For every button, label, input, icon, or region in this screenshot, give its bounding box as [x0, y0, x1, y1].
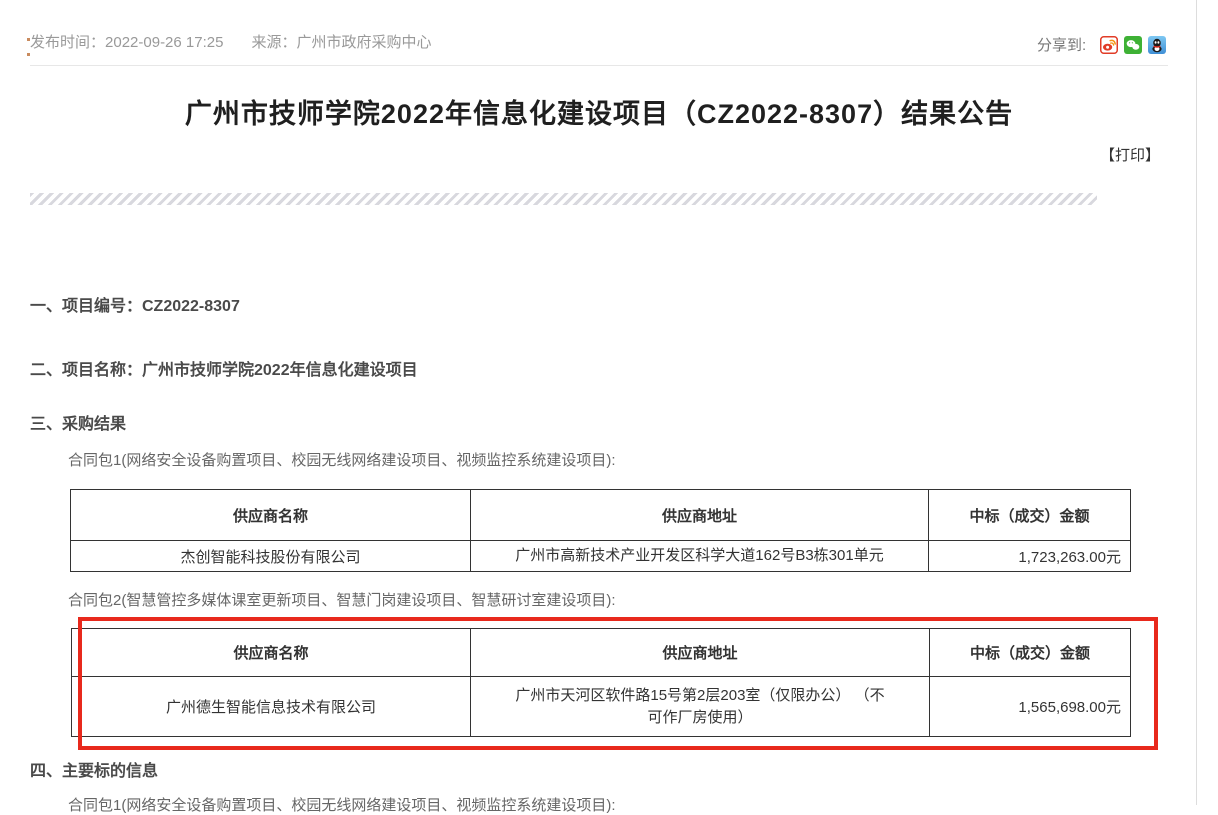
table-header-row: 供应商名称 供应商地址 中标（成交）金额	[72, 629, 1131, 677]
supplier-address: 广州市高新技术产业开发区科学大道162号B3栋301单元	[471, 541, 929, 572]
qq-icon[interactable]	[1148, 36, 1166, 54]
col-supplier-address: 供应商地址	[471, 629, 930, 677]
share-bar: 分享到:	[1037, 34, 1166, 55]
page-title: 广州市技师学院2022年信息化建设项目（CZ2022-8307）结果公告	[30, 92, 1168, 131]
wechat-icon[interactable]	[1124, 36, 1142, 54]
clipped-package1-line: 合同包1(网络安全设备购置项目、校园无线网络建设项目、视频监控系统建设项目):	[68, 797, 616, 815]
supplier-name: 广州德生智能信息技术有限公司	[72, 677, 471, 737]
publish-time-value: 2022-09-26 17:25	[105, 34, 223, 51]
package1-label: 合同包1(网络安全设备购置项目、校园无线网络建设项目、视频监控系统建设项目):	[68, 449, 616, 470]
col-supplier-name: 供应商名称	[72, 629, 471, 677]
col-supplier-name: 供应商名称	[71, 490, 471, 541]
print-button[interactable]: 【打印】	[1100, 144, 1160, 165]
table-row: 广州德生智能信息技术有限公司 广州市天河区软件路15号第2层203室（仅限办公）…	[72, 677, 1131, 737]
award-amount: 1,723,263.00元	[929, 541, 1131, 572]
red-speck	[27, 53, 30, 56]
table-row: 杰创智能科技股份有限公司 广州市高新技术产业开发区科学大道162号B3栋301单…	[71, 541, 1131, 572]
source-name: 广州市政府采购中心	[296, 34, 431, 51]
weibo-icon[interactable]	[1100, 36, 1118, 54]
hatched-divider	[30, 193, 1097, 205]
supplier-address: 广州市天河区软件路15号第2层203室（仅限办公） （不可作厂房使用）	[471, 677, 930, 737]
table-header-row: 供应商名称 供应商地址 中标（成交）金额	[71, 490, 1131, 541]
topbar-divider	[30, 65, 1168, 66]
col-award-amount: 中标（成交）金额	[929, 490, 1131, 541]
publish-info-bar: 发布时间：2022-09-26 17:25 来源：广州市政府采购中心	[30, 31, 431, 52]
page-right-border	[1196, 0, 1197, 805]
section-main-subject-info: 四、主要标的信息	[30, 757, 158, 781]
section-project-name: 二、项目名称：广州市技师学院2022年信息化建设项目	[30, 356, 418, 380]
col-supplier-address: 供应商地址	[471, 490, 929, 541]
package1-table: 供应商名称 供应商地址 中标（成交）金额 杰创智能科技股份有限公司 广州市高新技…	[70, 489, 1131, 572]
package2-label: 合同包2(智慧管控多媒体课室更新项目、智慧门岗建设项目、智慧研讨室建设项目):	[68, 589, 616, 610]
package2-table: 供应商名称 供应商地址 中标（成交）金额 广州德生智能信息技术有限公司 广州市天…	[71, 628, 1131, 737]
publish-time-label: 发布时间：	[30, 34, 105, 51]
section-project-number: 一、项目编号：CZ2022-8307	[30, 292, 240, 316]
col-award-amount: 中标（成交）金额	[930, 629, 1131, 677]
section-procurement-result: 三、采购结果	[30, 410, 126, 434]
source-label: 来源：	[251, 34, 296, 51]
award-amount: 1,565,698.00元	[930, 677, 1131, 737]
share-label: 分享到:	[1037, 34, 1086, 55]
supplier-name: 杰创智能科技股份有限公司	[71, 541, 471, 572]
